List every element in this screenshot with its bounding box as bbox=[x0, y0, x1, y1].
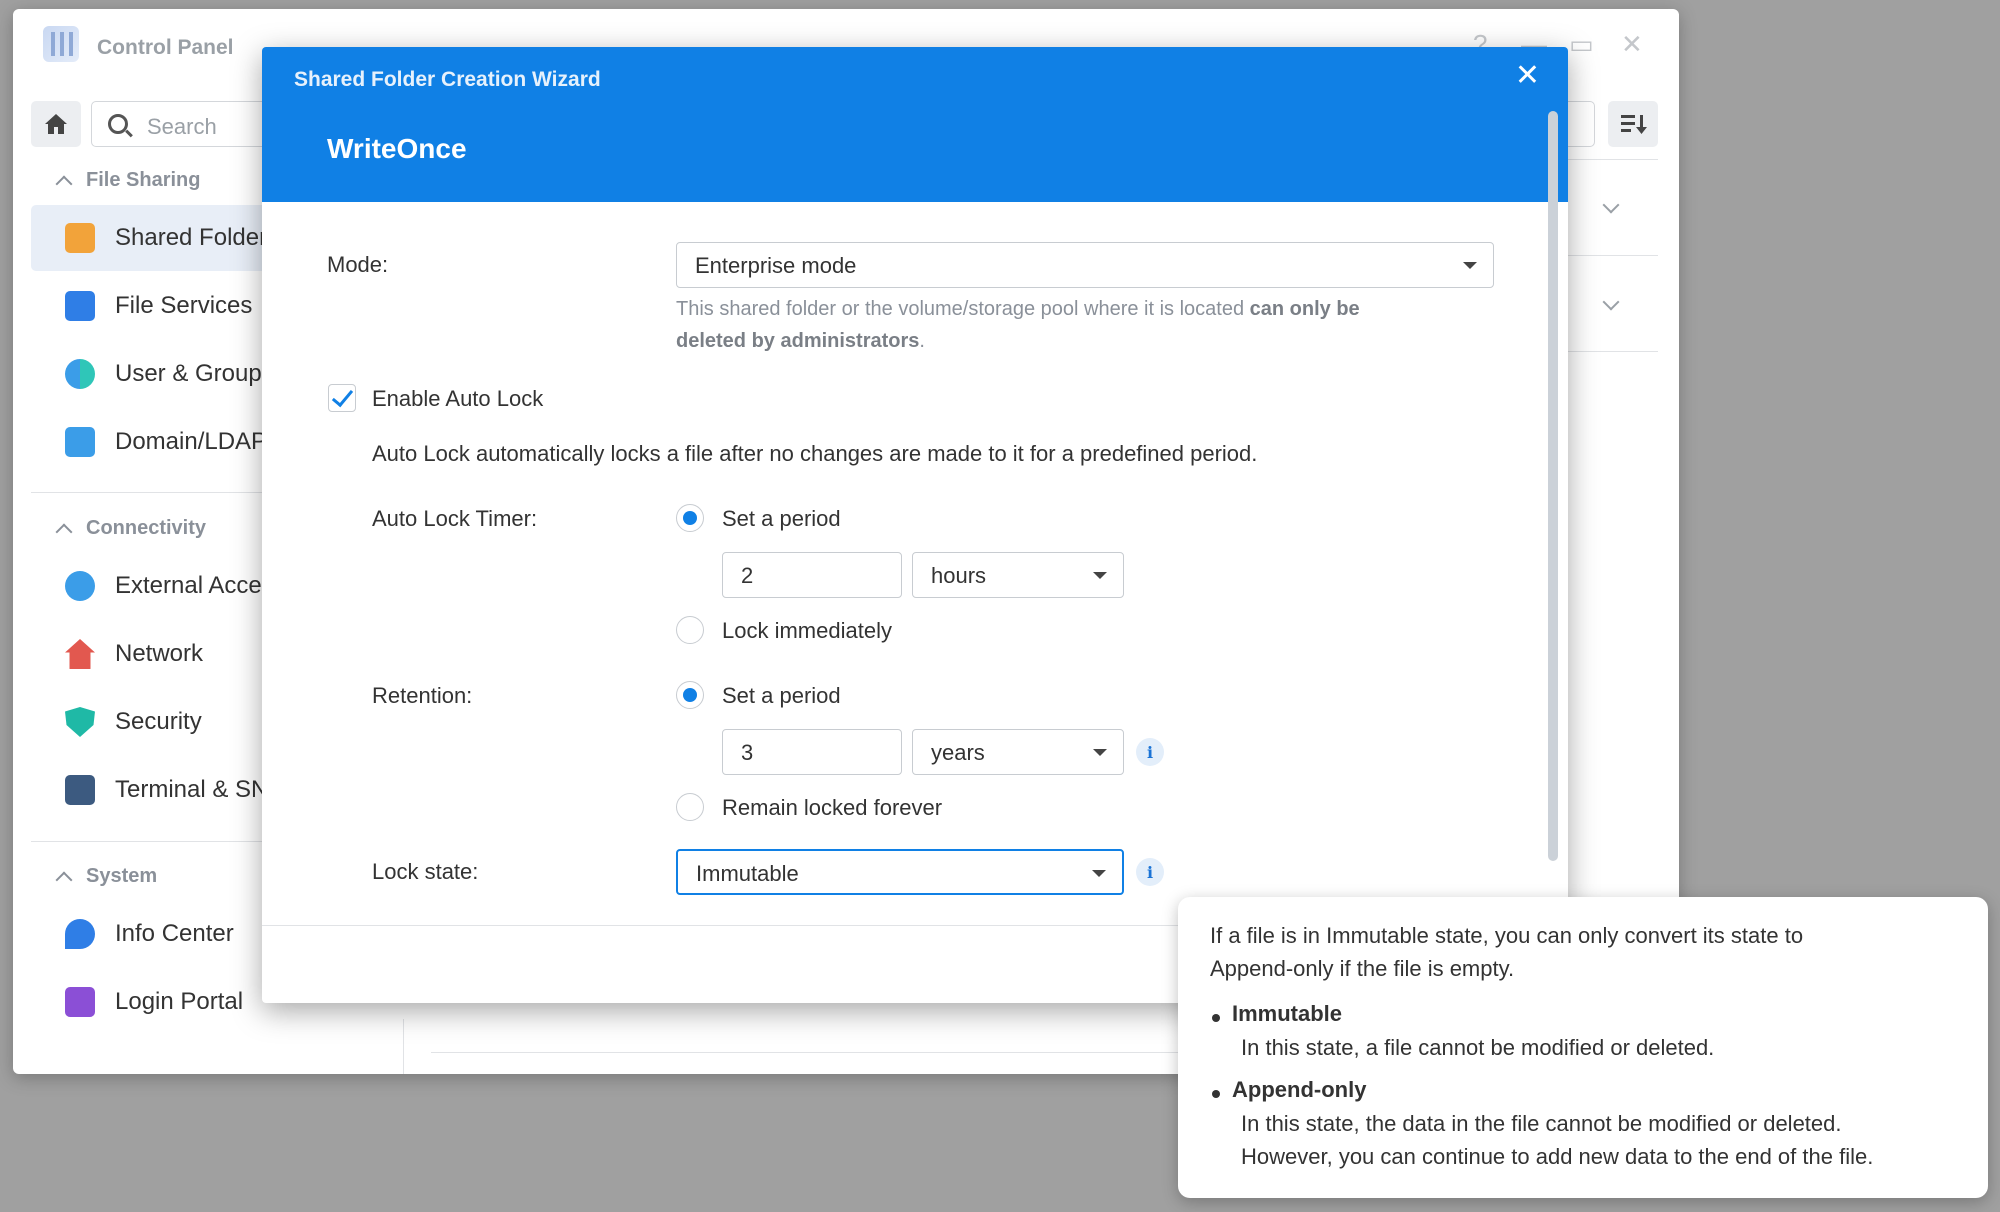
retention-value-input[interactable]: 3 bbox=[722, 729, 902, 775]
domain-ldap-icon bbox=[65, 427, 95, 457]
external-access-icon bbox=[65, 571, 95, 601]
maximize-icon[interactable]: ▭ bbox=[1569, 31, 1594, 57]
lock-state-value: Immutable bbox=[696, 861, 799, 886]
tooltip-item-text: However, you can continue to add new dat… bbox=[1241, 1144, 1874, 1169]
retention-value: 3 bbox=[741, 740, 754, 765]
remain-locked-forever-label: Remain locked forever bbox=[722, 795, 943, 820]
bullet-icon bbox=[1212, 1090, 1220, 1098]
section-system[interactable]: System bbox=[55, 865, 158, 888]
tooltip-item-text: In this state, a file cannot be modified… bbox=[1241, 1035, 1715, 1060]
chevron-down-icon[interactable] bbox=[1602, 196, 1620, 214]
timer-set-period-label: Set a period bbox=[722, 506, 841, 531]
section-connectivity[interactable]: Connectivity bbox=[55, 517, 207, 540]
search-input[interactable]: Search bbox=[91, 101, 281, 147]
home-icon bbox=[45, 114, 67, 134]
mode-hint: This shared folder or the volume/storage… bbox=[676, 293, 1494, 357]
sidebar-item-label: File Services bbox=[115, 292, 253, 319]
terminal-icon bbox=[65, 775, 95, 805]
sidebar-item-label: Domain/LDAP bbox=[115, 428, 268, 455]
tooltip-item-title: Append-only bbox=[1232, 1077, 1367, 1102]
wizard-title: Shared Folder Creation Wizard bbox=[294, 68, 601, 91]
lock-state-tooltip: If a file is in Immutable state, you can… bbox=[1178, 897, 1988, 1198]
lock-state-label: Lock state: bbox=[372, 859, 479, 884]
close-icon[interactable]: ✕ bbox=[1515, 61, 1540, 91]
home-button[interactable] bbox=[31, 101, 81, 147]
wizard-step-title: WriteOnce bbox=[327, 133, 467, 164]
login-portal-icon bbox=[65, 987, 95, 1017]
enable-auto-lock-label: Enable Auto Lock bbox=[372, 386, 544, 411]
remain-locked-forever-radio[interactable] bbox=[676, 793, 704, 821]
auto-lock-description: Auto Lock automatically locks a file aft… bbox=[372, 441, 1258, 466]
window-title: Control Panel bbox=[97, 36, 234, 59]
section-label: System bbox=[86, 865, 158, 887]
network-icon bbox=[65, 639, 95, 669]
chevron-down-icon[interactable] bbox=[1602, 293, 1620, 311]
retention-unit-value: years bbox=[931, 740, 985, 765]
timer-unit-value: hours bbox=[931, 563, 987, 588]
enable-auto-lock-checkbox[interactable] bbox=[328, 384, 356, 412]
tooltip-intro: Append-only if the file is empty. bbox=[1210, 956, 1515, 981]
chevron-up-icon bbox=[55, 523, 73, 540]
mode-hint-emphasis: deleted by administrators bbox=[676, 330, 920, 352]
shared-folder-wizard-dialog: Shared Folder Creation Wizard ✕ WriteOnc… bbox=[262, 47, 1568, 1003]
lock-state-select[interactable]: Immutable bbox=[676, 849, 1124, 895]
sidebar-item-label: User & Group bbox=[115, 360, 262, 387]
caret-down-icon bbox=[1093, 749, 1107, 756]
auto-lock-timer-label: Auto Lock Timer: bbox=[372, 506, 538, 531]
timer-value-input[interactable]: 2 bbox=[722, 552, 902, 598]
file-services-icon bbox=[65, 291, 95, 321]
section-label: Connectivity bbox=[86, 517, 207, 539]
sidebar-item-label: Info Center bbox=[115, 920, 234, 947]
tooltip-item-title: Immutable bbox=[1232, 1001, 1343, 1026]
timer-set-period-radio[interactable] bbox=[676, 504, 704, 532]
search-placeholder: Search bbox=[147, 114, 217, 139]
close-window-icon[interactable]: ✕ bbox=[1621, 31, 1643, 57]
sidebar-item-label: Network bbox=[115, 640, 204, 667]
mode-select[interactable]: Enterprise mode bbox=[676, 242, 1494, 288]
sidebar-item-label: Security bbox=[115, 708, 202, 735]
mode-hint-text: This shared folder or the volume/storage… bbox=[676, 298, 1250, 320]
shield-icon bbox=[65, 707, 95, 737]
chevron-up-icon bbox=[55, 871, 73, 888]
bullet-icon bbox=[1212, 1014, 1220, 1022]
content-separator bbox=[403, 1019, 404, 1074]
search-icon bbox=[108, 114, 128, 134]
timer-unit-select[interactable]: hours bbox=[912, 552, 1124, 598]
sidebar-item-label: Shared Folder bbox=[115, 224, 268, 251]
lock-immediately-radio[interactable] bbox=[676, 616, 704, 644]
retention-set-period-radio[interactable] bbox=[676, 681, 704, 709]
caret-down-icon bbox=[1092, 870, 1106, 877]
user-group-icon bbox=[65, 359, 95, 389]
chevron-up-icon bbox=[55, 175, 73, 192]
retention-unit-select[interactable]: years bbox=[912, 729, 1124, 775]
timer-value: 2 bbox=[741, 563, 754, 588]
section-label: File Sharing bbox=[86, 169, 201, 191]
shared-folder-icon bbox=[65, 223, 95, 253]
caret-down-icon bbox=[1463, 262, 1477, 269]
caret-down-icon bbox=[1093, 572, 1107, 579]
wizard-header: Shared Folder Creation Wizard ✕ WriteOnc… bbox=[262, 47, 1568, 202]
section-file-sharing[interactable]: File Sharing bbox=[55, 169, 201, 192]
tooltip-intro: If a file is in Immutable state, you can… bbox=[1210, 923, 1804, 948]
retention-info-icon[interactable]: i bbox=[1136, 738, 1164, 766]
sort-button[interactable] bbox=[1608, 101, 1658, 147]
info-center-icon bbox=[65, 919, 95, 949]
retention-set-period-label: Set a period bbox=[722, 683, 841, 708]
mode-select-value: Enterprise mode bbox=[695, 253, 857, 278]
mode-hint-text: . bbox=[919, 330, 925, 352]
mode-hint-emphasis: can only be bbox=[1249, 298, 1360, 320]
lock-immediately-label: Lock immediately bbox=[722, 618, 892, 643]
mode-label: Mode: bbox=[327, 252, 389, 277]
lock-state-info-icon[interactable]: i bbox=[1136, 858, 1164, 886]
sidebar-item-label: Login Portal bbox=[115, 988, 244, 1015]
retention-label: Retention: bbox=[372, 683, 473, 708]
sort-icon bbox=[1621, 115, 1647, 134]
control-panel-app-icon bbox=[43, 26, 79, 62]
scrollbar[interactable] bbox=[1548, 111, 1558, 861]
tooltip-item-text: In this state, the data in the file cann… bbox=[1241, 1111, 1842, 1136]
sidebar-item-label: External Access bbox=[115, 572, 286, 599]
